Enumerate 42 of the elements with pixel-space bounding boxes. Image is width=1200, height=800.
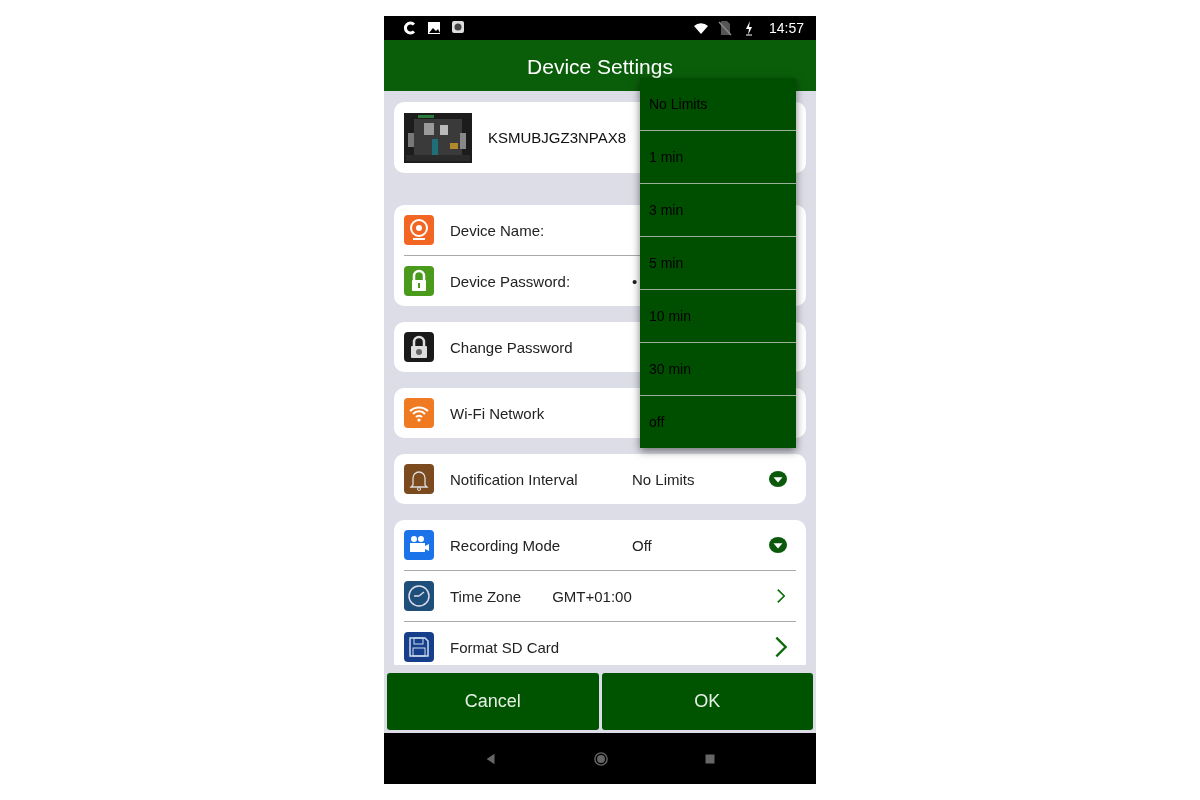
chevron-right-icon[interactable] (774, 635, 788, 659)
setting-value[interactable]: Off (632, 536, 652, 554)
setting-label: Device Password: (450, 272, 572, 290)
sync-icon (402, 20, 418, 36)
setting-value[interactable]: No Limits (632, 470, 695, 488)
screen-title: Device Settings (527, 54, 673, 79)
padlock-icon (404, 266, 434, 296)
camera-icon (450, 20, 466, 36)
setting-label: Wi-Fi Network (450, 404, 546, 422)
dropdown-icon[interactable] (768, 470, 788, 488)
back-icon[interactable] (484, 751, 498, 766)
dropdown-icon[interactable] (768, 536, 788, 554)
menu-item[interactable]: 3 min (640, 184, 796, 236)
menu-item[interactable]: off (640, 396, 796, 448)
home-icon[interactable] (594, 751, 608, 766)
setting-value: • (632, 272, 638, 290)
no-sim-icon (716, 20, 733, 36)
setting-label: Time Zone (450, 587, 522, 605)
wifi-icon (404, 398, 434, 428)
menu-item[interactable]: 30 min (640, 343, 796, 395)
setting-label: Format SD Card (450, 638, 560, 656)
menu-item[interactable]: 10 min (640, 290, 796, 342)
device-id: KSMUBJGZ3NPAX8 (488, 129, 627, 146)
menu-item[interactable]: No Limits (640, 78, 796, 130)
video-camera-icon (404, 530, 434, 560)
wifi-signal-icon (692, 20, 709, 36)
clock-time: 14:57 (768, 20, 804, 36)
recents-icon[interactable] (704, 752, 716, 765)
menu-item[interactable]: 5 min (640, 237, 796, 289)
cancel-button[interactable]: Cancel (387, 673, 599, 730)
setting-value: GMT+01:00 (552, 587, 632, 605)
chevron-right-icon[interactable] (776, 588, 786, 604)
clock-icon (404, 581, 434, 611)
image-icon (426, 20, 442, 36)
setting-label: Recording Mode (450, 536, 562, 554)
webcam-icon (404, 215, 434, 245)
setting-label: Notification Interval (450, 470, 579, 488)
ok-button[interactable]: OK (601, 673, 813, 730)
bell-icon (404, 464, 434, 494)
menu-item[interactable]: 1 min (640, 131, 796, 183)
setting-label: Change Password (450, 338, 574, 356)
setting-label: Device Name: (450, 221, 546, 239)
